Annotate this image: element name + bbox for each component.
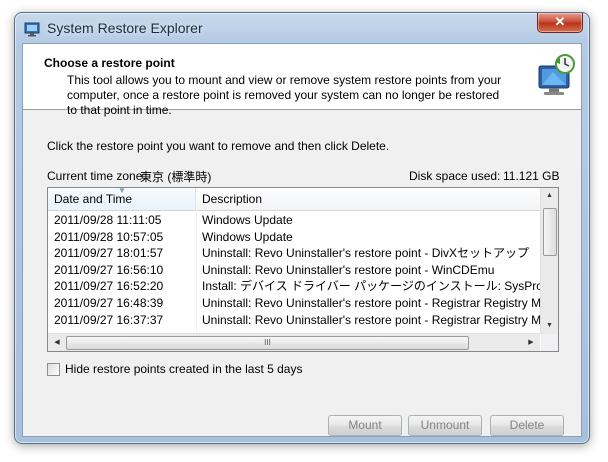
table-row[interactable]: 2011/09/27 16:37:37 Uninstall: Revo Unin…	[48, 312, 540, 329]
row-date: 2011/09/27 16:37:37	[54, 312, 164, 327]
app-icon	[24, 22, 40, 37]
scroll-left-icon[interactable]: ◀	[49, 335, 65, 350]
row-date: 2011/09/27 16:56:10	[54, 262, 164, 277]
title-bar[interactable]: System Restore Explorer ✕	[15, 13, 589, 43]
column-header-description[interactable]: Description	[196, 188, 540, 210]
row-description: Uninstall: Revo Uninstaller's restore po…	[202, 246, 530, 261]
table-row[interactable]: 2011/09/28 11:11:05 Windows Update	[48, 212, 540, 229]
scrollbar-corner	[541, 334, 558, 351]
scroll-down-icon[interactable]: ▼	[542, 318, 557, 334]
instruction-text: Click the restore point you want to remo…	[47, 139, 390, 153]
row-description: Windows Update	[202, 213, 293, 227]
disk-space-value: 11.121 GB	[503, 169, 560, 183]
table-row[interactable]: 2011/09/27 18:01:57 Uninstall: Revo Unin…	[48, 245, 540, 262]
horizontal-scrollbar[interactable]: ◀ III ▶	[48, 333, 540, 351]
row-date: 2011/09/28 10:57:05	[54, 229, 164, 244]
table-row[interactable]: 2011/09/27 16:52:20 Install: デバイス ドライバー …	[48, 278, 540, 295]
row-date: 2011/09/27 18:01:57	[54, 246, 164, 261]
horizontal-scroll-thumb[interactable]: III	[66, 336, 469, 350]
row-description: Windows Update	[202, 229, 293, 244]
sort-arrow-icon: ▼	[118, 186, 126, 195]
header-title: Choose a restore point	[44, 56, 175, 70]
window-title: System Restore Explorer	[47, 20, 203, 36]
dialog-header: Choose a restore point This tool allows …	[23, 44, 581, 117]
hide-recent-label[interactable]: Hide restore points created in the last …	[65, 362, 302, 376]
table-row[interactable]: 2011/09/28 10:57:05 Windows Update	[48, 229, 540, 246]
timezone-label: Current time zone:	[47, 169, 146, 183]
column-header-description-label: Description	[202, 192, 263, 206]
restore-points-list[interactable]: ▼ Date and Time Description 2011/09/28 1…	[47, 187, 559, 352]
dialog-client: Choose a restore point This tool allows …	[22, 43, 582, 437]
close-button[interactable]: ✕	[537, 13, 583, 33]
scroll-right-icon[interactable]: ▶	[523, 335, 539, 350]
unmount-button[interactable]: Unmount	[408, 415, 482, 436]
row-description: Uninstall: Revo Uninstaller's restore po…	[202, 295, 540, 310]
table-row[interactable]: 2011/09/27 16:56:10 Uninstall: Revo Unin…	[48, 262, 540, 279]
list-header: ▼ Date and Time Description	[48, 186, 540, 211]
column-header-date[interactable]: ▼ Date and Time	[48, 186, 196, 210]
disk-space-label: Disk space used:	[409, 169, 501, 183]
list-rows: 2011/09/28 11:11:05 Windows Update 2011/…	[48, 212, 540, 334]
row-description: Uninstall: Revo Uninstaller's restore po…	[202, 312, 540, 327]
restore-computer-icon	[538, 54, 575, 95]
delete-button[interactable]: Delete	[490, 415, 564, 436]
row-date: 2011/09/28 11:11:05	[54, 213, 162, 227]
row-date: 2011/09/27 16:48:39	[54, 295, 164, 310]
table-row[interactable]: 2011/09/27 16:48:39 Uninstall: Revo Unin…	[48, 295, 540, 312]
scroll-up-icon[interactable]: ▲	[542, 188, 557, 204]
vertical-scrollbar[interactable]: ▲ ▼	[540, 188, 558, 334]
vertical-scroll-thumb[interactable]	[543, 208, 557, 256]
mount-button[interactable]: Mount	[328, 415, 402, 436]
row-description: Uninstall: Revo Uninstaller's restore po…	[202, 262, 495, 277]
hide-recent-checkbox[interactable]	[47, 363, 60, 376]
row-date: 2011/09/27 16:52:20	[54, 279, 164, 294]
row-description: Install: デバイス ドライバー パッケージのインストール: SysPro…	[202, 279, 540, 294]
main-window: System Restore Explorer ✕ Choose a resto…	[14, 12, 590, 444]
timezone-value: 東京 (標準時)	[140, 170, 212, 184]
header-description: This tool allows you to mount and view o…	[67, 73, 502, 117]
